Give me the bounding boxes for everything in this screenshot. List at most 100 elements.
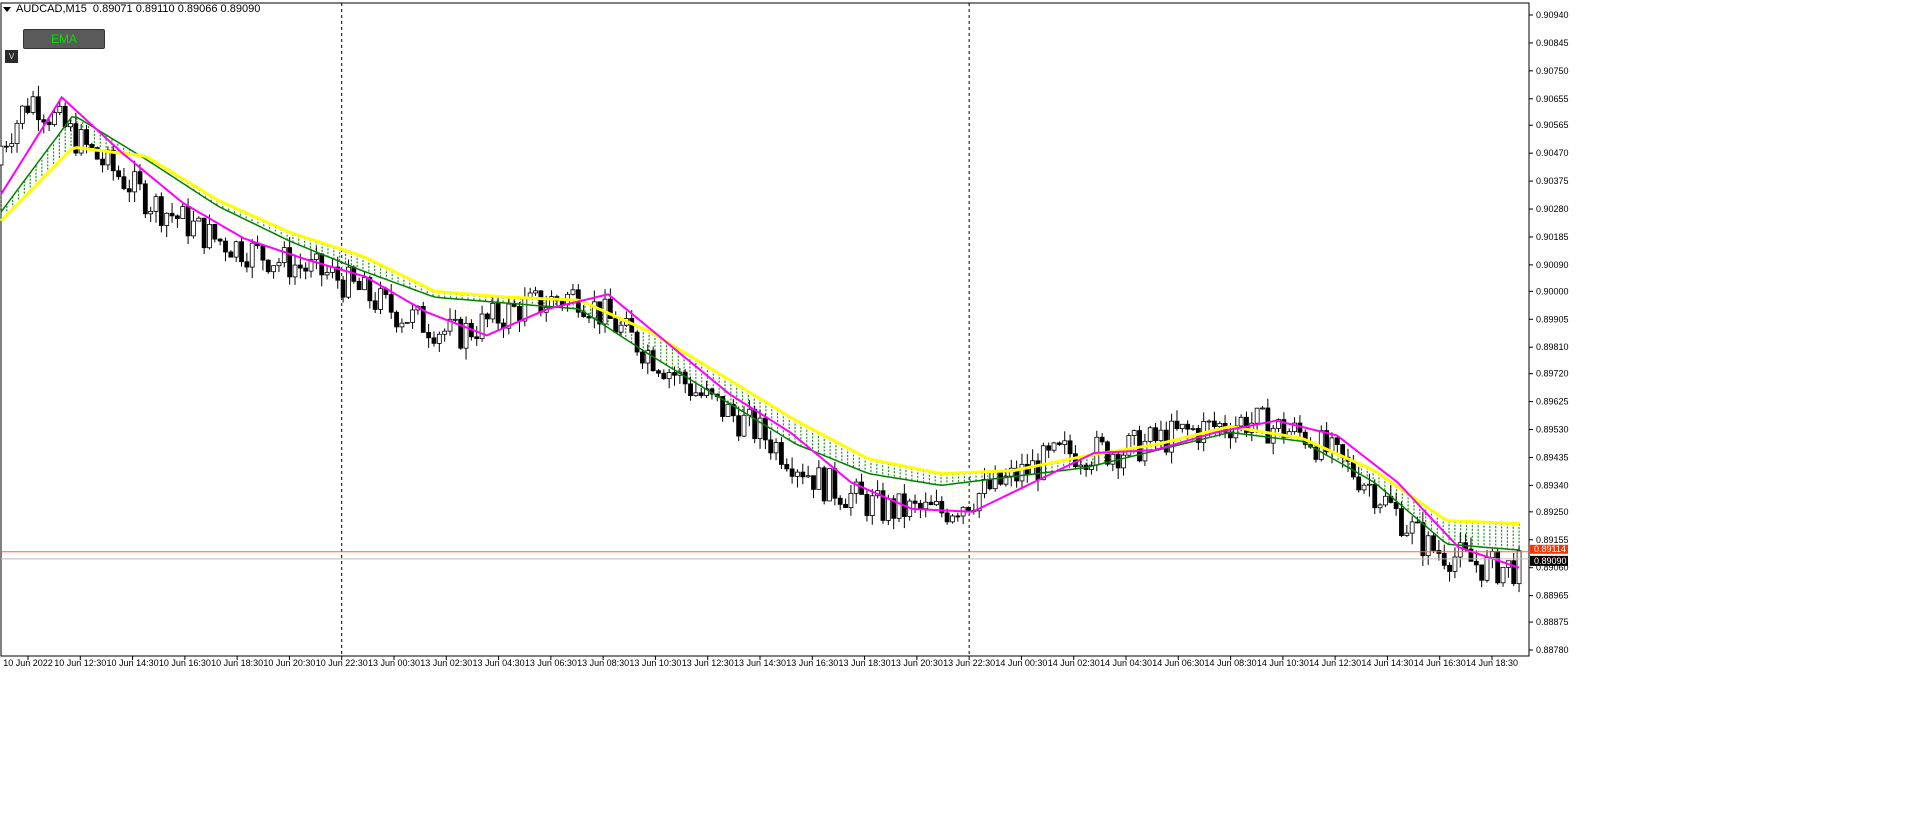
x-tick-label: 14 Jun 04:30 bbox=[1100, 658, 1152, 668]
candle-body bbox=[57, 105, 63, 113]
candle-body bbox=[116, 170, 121, 178]
candle-body bbox=[191, 220, 196, 237]
candle-body bbox=[30, 96, 36, 113]
candle-body bbox=[1479, 564, 1485, 581]
candle-body bbox=[725, 403, 731, 417]
candle-body bbox=[436, 333, 442, 344]
x-tick-label: 10 Jun 22:30 bbox=[316, 658, 368, 668]
candle-body bbox=[303, 267, 309, 272]
y-tick-label: 0.88780 bbox=[1536, 645, 1569, 655]
symbol-header: AUDCAD,M15 0.89071 0.89110 0.89066 0.890… bbox=[3, 2, 260, 16]
candle-body bbox=[795, 471, 800, 477]
candle-body bbox=[982, 478, 987, 494]
x-tick-label: 10 Jun 12:30 bbox=[54, 658, 106, 668]
x-tick-label: 10 Jun 14:30 bbox=[107, 658, 159, 668]
candle-body bbox=[281, 247, 287, 263]
candle-body bbox=[1238, 416, 1244, 427]
collapse-triangle-icon[interactable] bbox=[3, 6, 11, 12]
candle-body bbox=[1441, 553, 1447, 566]
candle-body bbox=[1254, 407, 1260, 424]
candle-body bbox=[805, 475, 811, 478]
candle-body bbox=[490, 302, 496, 320]
x-tick-label: 13 Jun 10:30 bbox=[629, 658, 681, 668]
candle-body bbox=[538, 290, 544, 313]
ema-slow-green-line bbox=[0, 116, 1520, 551]
candle-body bbox=[955, 515, 961, 518]
candle-body bbox=[164, 212, 170, 226]
candle-body bbox=[1217, 423, 1223, 428]
candle-body bbox=[779, 442, 784, 465]
candle-body bbox=[848, 492, 854, 509]
candle-body bbox=[885, 498, 891, 521]
chart-canvas[interactable]: 0.891140.89090 0.909400.908450.907500.90… bbox=[0, 0, 1916, 820]
candle-body bbox=[207, 223, 212, 249]
x-tick-label: 10 Jun 18:30 bbox=[211, 658, 263, 668]
candle-body bbox=[121, 176, 127, 190]
candle-body bbox=[313, 253, 319, 260]
candle-body bbox=[698, 392, 704, 396]
candle-body bbox=[287, 247, 293, 278]
ema-magenta-line bbox=[0, 95, 1520, 569]
candle-body bbox=[837, 497, 843, 505]
candle-body bbox=[1356, 476, 1362, 491]
y-tick-label: 0.89435 bbox=[1536, 452, 1569, 462]
candle-body bbox=[474, 336, 480, 340]
x-tick-label: 10 Jun 16:30 bbox=[159, 658, 211, 668]
candle-body bbox=[832, 468, 838, 499]
candle-body bbox=[404, 321, 410, 324]
candle-body bbox=[1078, 464, 1084, 468]
candle-body bbox=[1073, 453, 1078, 468]
candle-body bbox=[431, 337, 437, 344]
x-tick-label: 13 Jun 16:30 bbox=[786, 658, 838, 668]
chart[interactable]: 0.89114 0.89090 0.90940 0.90845 0.90750 0.90… bbox=[0, 0, 1916, 820]
candle-body bbox=[249, 242, 255, 268]
x-tick-label: 13 Jun 20:30 bbox=[891, 658, 943, 668]
candle-body bbox=[297, 264, 303, 269]
candle-body bbox=[650, 350, 656, 372]
candle-body bbox=[174, 215, 180, 219]
candle-body bbox=[1377, 504, 1383, 509]
y-tick-label: 0.89905 bbox=[1536, 314, 1569, 324]
x-tick-label: 14 Jun 08:30 bbox=[1205, 658, 1257, 668]
candle-body bbox=[987, 478, 993, 490]
x-tick-label: 14 Jun 12:30 bbox=[1309, 658, 1361, 668]
x-tick-label: 13 Jun 12:30 bbox=[682, 658, 734, 668]
candle-body bbox=[1511, 560, 1517, 585]
candle-body bbox=[1495, 550, 1501, 584]
candle-body bbox=[25, 105, 31, 113]
x-tick-label: 13 Jun 06:30 bbox=[525, 658, 577, 668]
candle-body bbox=[1211, 420, 1217, 428]
y-tick-label: 0.90565 bbox=[1536, 120, 1569, 130]
y-tick-label: 0.90655 bbox=[1536, 94, 1569, 104]
y-tick-label: 0.90470 bbox=[1536, 148, 1569, 158]
candle-body bbox=[36, 96, 41, 121]
candle-body bbox=[1366, 483, 1372, 486]
candle-body bbox=[1270, 427, 1276, 444]
x-tick-label: 14 Jun 06:30 bbox=[1152, 658, 1204, 668]
y-tick-label: 0.90845 bbox=[1536, 38, 1569, 48]
candle-body bbox=[1115, 453, 1121, 469]
candle-body bbox=[260, 245, 266, 261]
candle-body bbox=[917, 502, 923, 510]
candle-body bbox=[912, 500, 918, 504]
candle-body bbox=[276, 262, 282, 267]
candle-body bbox=[1153, 427, 1158, 442]
x-tick-label: 13 Jun 08:30 bbox=[577, 658, 629, 668]
candle-body bbox=[811, 475, 816, 490]
v-button[interactable]: V bbox=[5, 50, 18, 63]
x-tick-label: 13 Jun 18:30 bbox=[839, 658, 891, 668]
candle-body bbox=[1174, 420, 1180, 429]
candle-body bbox=[784, 464, 790, 470]
x-tick-label: 14 Jun 16:30 bbox=[1414, 658, 1466, 668]
candle-body bbox=[378, 288, 383, 310]
candle-body bbox=[1361, 484, 1367, 491]
candle-body bbox=[356, 280, 362, 291]
ema-button[interactable]: EMA bbox=[23, 29, 105, 49]
candle-body bbox=[923, 501, 929, 510]
candle-body bbox=[0, 145, 4, 166]
candle-body bbox=[1409, 521, 1415, 534]
candle-body bbox=[736, 415, 742, 437]
candle-body bbox=[41, 119, 47, 123]
candle-body bbox=[1393, 502, 1399, 510]
y-tick-label: 0.89530 bbox=[1536, 425, 1569, 435]
